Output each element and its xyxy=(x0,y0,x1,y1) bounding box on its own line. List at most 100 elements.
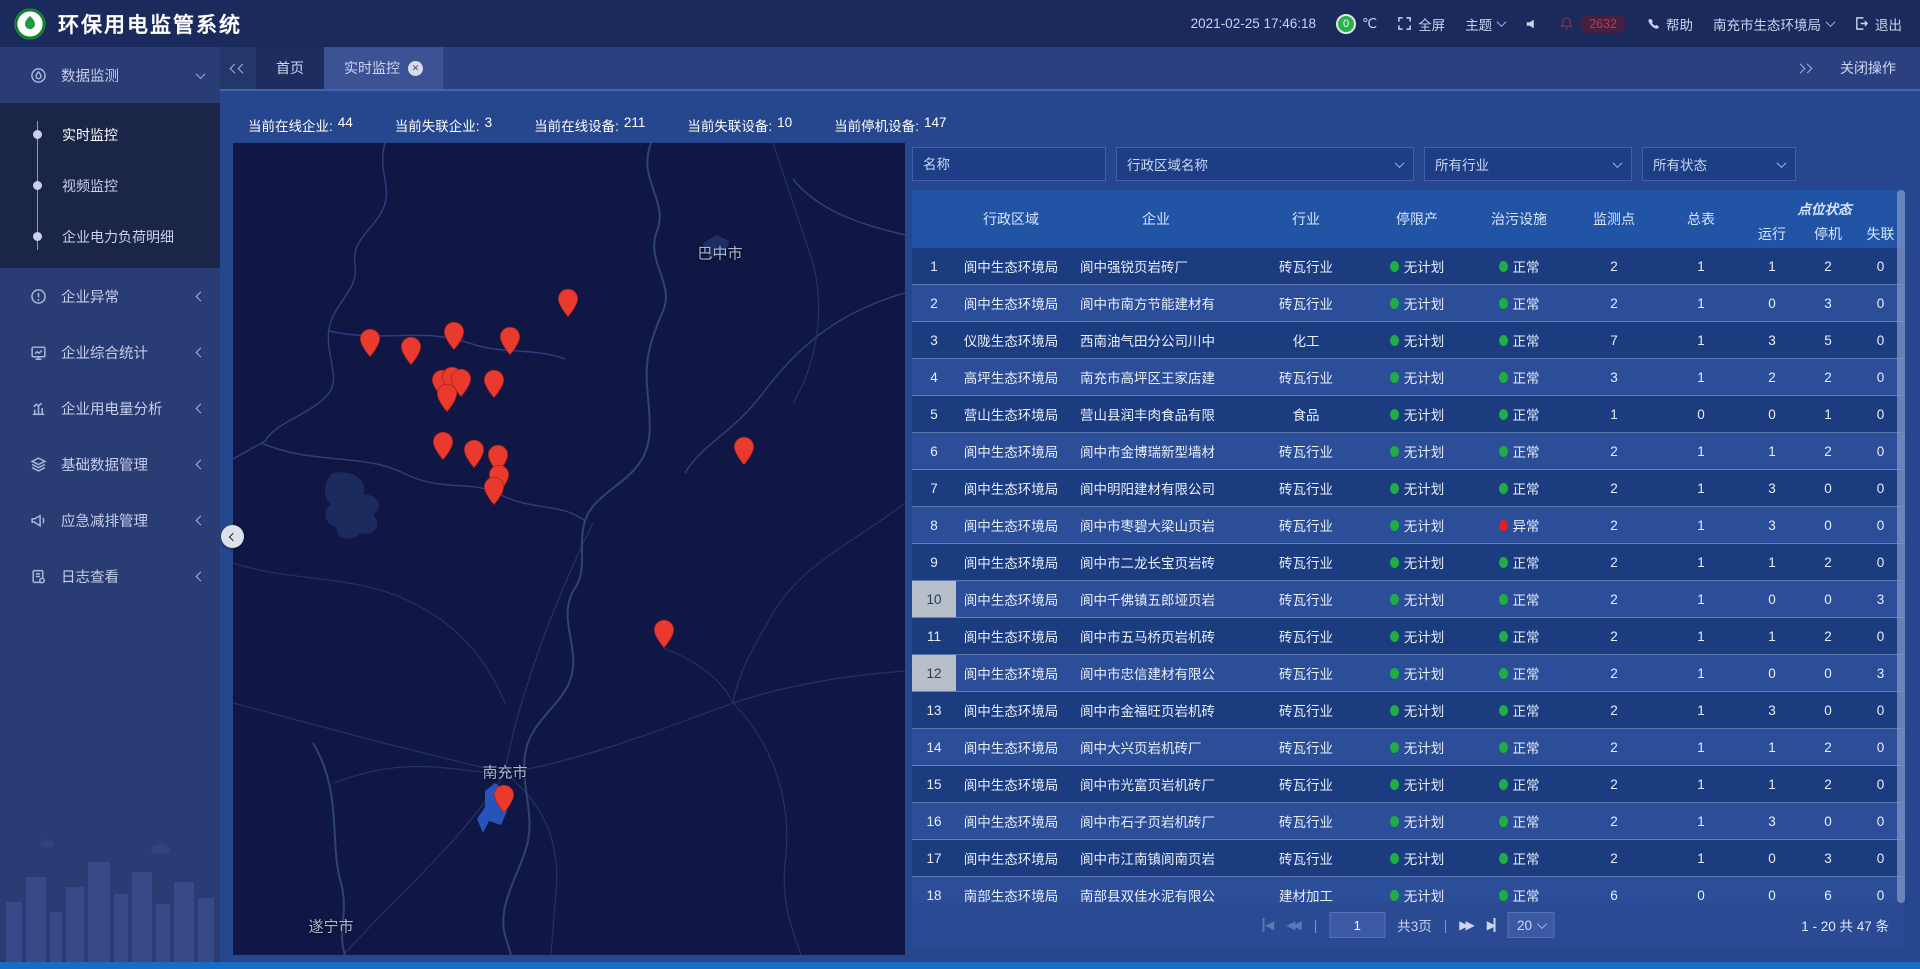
map-pin[interactable] xyxy=(733,436,755,466)
table-row[interactable]: 4高坪生态环境局南充市高坪区王家店建砖瓦行业无计划正常31220 xyxy=(912,359,1905,396)
table-row[interactable]: 15阆中生态环境局阆中市光富页岩机砖厂砖瓦行业无计划正常21120 xyxy=(912,766,1905,803)
sidebar-item-power-usage-analysis[interactable]: 企业用电量分析 xyxy=(0,380,220,436)
tabs-scroll-right-button[interactable] xyxy=(1797,65,1814,72)
cell-facility: 正常 xyxy=(1468,729,1570,765)
cell-industry: 砖瓦行业 xyxy=(1246,729,1366,765)
cell-meters: 1 xyxy=(1658,433,1744,469)
theme-dropdown[interactable]: 主题 xyxy=(1465,14,1505,34)
table-row[interactable]: 16阆中生态环境局阆中市石子页岩机砖厂砖瓦行业无计划正常21300 xyxy=(912,803,1905,840)
notifications-button[interactable]: 2632 xyxy=(1559,15,1626,33)
cell-limit: 无计划 xyxy=(1366,507,1468,543)
table-row[interactable]: 6阆中生态环境局阆中市金博瑞新型墙材砖瓦行业无计划正常21120 xyxy=(912,433,1905,470)
map-pin[interactable] xyxy=(400,336,422,366)
status-dot-green xyxy=(1499,594,1508,605)
map-pin[interactable] xyxy=(436,383,458,413)
status-dot-green xyxy=(1499,853,1508,864)
map-pin[interactable] xyxy=(499,326,521,356)
cell-row-number: 3 xyxy=(912,322,956,358)
logout-button[interactable]: 退出 xyxy=(1854,14,1902,34)
close-operations-button[interactable]: 关闭操作 xyxy=(1840,58,1896,78)
cell-running: 3 xyxy=(1744,507,1800,543)
table-scrollbar[interactable] xyxy=(1897,190,1905,903)
table-row[interactable]: 10阆中生态环境局阆中千佛镇五郎垭页岩砖瓦行业无计划正常21003 xyxy=(912,581,1905,618)
volume-button[interactable] xyxy=(1525,17,1539,31)
log-file-icon xyxy=(30,568,47,585)
industry-filter-select[interactable]: 所有行业 xyxy=(1424,147,1632,181)
help-button[interactable]: 帮助 xyxy=(1646,14,1693,34)
cell-company: 阆中明阳建材有限公司 xyxy=(1066,470,1246,506)
cell-running: 1 xyxy=(1744,544,1800,580)
cell-row-number: 12 xyxy=(912,655,956,691)
table-row[interactable]: 3仪陇生态环境局西南油气田分公司川中化工无计划正常71350 xyxy=(912,322,1905,359)
map-collapse-toggle[interactable] xyxy=(221,525,244,548)
cell-running: 3 xyxy=(1744,470,1800,506)
table-row[interactable]: 14阆中生态环境局阆中大兴页岩机砖厂砖瓦行业无计划正常21120 xyxy=(912,729,1905,766)
page-number-input[interactable] xyxy=(1329,912,1385,938)
pin-icon xyxy=(493,784,515,814)
sidebar-item-enterprise-abnormal[interactable]: 企业异常 xyxy=(0,268,220,324)
sidebar-item-data-monitor[interactable]: 数据监测 xyxy=(0,47,220,103)
table-row[interactable]: 13阆中生态环境局阆中市金福旺页岩机砖砖瓦行业无计划正常21300 xyxy=(912,692,1905,729)
map-pin[interactable] xyxy=(483,369,505,399)
cell-facility: 异常 xyxy=(1468,507,1570,543)
tabs-scroll-left-button[interactable] xyxy=(220,47,256,89)
cell-region: 高坪生态环境局 xyxy=(956,359,1066,395)
map-pin[interactable] xyxy=(557,288,579,318)
status-dot-green xyxy=(1390,779,1399,790)
table-row[interactable]: 12阆中生态环境局阆中市忠信建材有限公砖瓦行业无计划正常21003 xyxy=(912,655,1905,692)
chevron-down-icon xyxy=(1613,158,1623,168)
table-row[interactable]: 17阆中生态环境局阆中市江南镇阆南页岩砖瓦行业无计划正常21030 xyxy=(912,840,1905,877)
close-tab-icon[interactable]: ✕ xyxy=(408,61,423,76)
first-page-button[interactable]: ◀ xyxy=(1262,918,1274,932)
cell-meters: 1 xyxy=(1658,248,1744,284)
map-city-label: 巴中市 xyxy=(697,243,742,264)
fullscreen-button[interactable]: 全屏 xyxy=(1397,14,1445,34)
table-row[interactable]: 5营山生态环境局营山县润丰肉食品有限食品无计划正常10010 xyxy=(912,396,1905,433)
table-row[interactable]: 18南部生态环境局南部县双佳水泥有限公建材加工无计划正常60060 xyxy=(912,877,1905,903)
tab-realtime-monitor[interactable]: 实时监控 ✕ xyxy=(324,47,443,89)
map-canvas[interactable]: 巴中市南充市遂宁市 xyxy=(233,143,905,955)
cell-region: 阆中生态环境局 xyxy=(956,433,1066,469)
map-pin[interactable] xyxy=(443,321,465,351)
sidebar-item-power-load-detail[interactable]: 企业电力负荷明细 xyxy=(0,211,220,262)
map-pin[interactable] xyxy=(463,439,485,469)
sidebar-item-base-data[interactable]: 基础数据管理 xyxy=(0,436,220,492)
tab-home[interactable]: 首页 xyxy=(256,47,324,89)
datetime: 2021-02-25 17:46:18 xyxy=(1191,16,1316,31)
sidebar-item-log-view[interactable]: 日志查看 xyxy=(0,548,220,604)
cell-limit: 无计划 xyxy=(1366,655,1468,691)
region-filter-select[interactable]: 行政区域名称 xyxy=(1116,147,1414,181)
next-page-button[interactable]: ▶▶ xyxy=(1459,918,1474,932)
cell-meters: 0 xyxy=(1658,396,1744,432)
cell-region: 阆中生态环境局 xyxy=(956,692,1066,728)
cell-region: 南部生态环境局 xyxy=(956,877,1066,903)
prev-page-button[interactable]: ◀◀ xyxy=(1286,918,1301,932)
org-dropdown[interactable]: 南充市生态环境局 xyxy=(1713,14,1834,34)
cell-stopped: 2 xyxy=(1800,729,1856,765)
map-pin[interactable] xyxy=(493,784,515,814)
table-row[interactable]: 9阆中生态环境局阆中市二龙长宝页岩砖砖瓦行业无计划正常21120 xyxy=(912,544,1905,581)
last-page-button[interactable]: ▶ xyxy=(1487,918,1496,932)
cell-company: 阆中市光富页岩机砖厂 xyxy=(1066,766,1246,802)
bar-chart-icon xyxy=(30,400,47,417)
map-pin[interactable] xyxy=(432,431,454,461)
status-filter-select[interactable]: 所有状态 xyxy=(1642,147,1796,181)
skyline-decoration xyxy=(0,832,220,962)
page-size-select[interactable]: 20 xyxy=(1508,912,1555,938)
sidebar-item-enterprise-statistics[interactable]: 企业综合统计 xyxy=(0,324,220,380)
sidebar-item-emergency-reduction[interactable]: 应急减排管理 xyxy=(0,492,220,548)
map-pin[interactable] xyxy=(359,328,381,358)
map-pin[interactable] xyxy=(653,619,675,649)
cell-points: 2 xyxy=(1570,766,1658,802)
table-row[interactable]: 2阆中生态环境局阆中市南方节能建材有砖瓦行业无计划正常21030 xyxy=(912,285,1905,322)
sidebar-item-realtime-monitor[interactable]: 实时监控 xyxy=(0,109,220,160)
table-row[interactable]: 1阆中生态环境局阆中强锐页岩砖厂砖瓦行业无计划正常21120 xyxy=(912,248,1905,285)
name-filter-input[interactable] xyxy=(912,147,1106,181)
table-row[interactable]: 11阆中生态环境局阆中市五马桥页岩机砖砖瓦行业无计划正常21120 xyxy=(912,618,1905,655)
table-row[interactable]: 8阆中生态环境局阆中市枣碧大梁山页岩砖瓦行业无计划异常21300 xyxy=(912,507,1905,544)
map-pin[interactable] xyxy=(483,476,505,506)
cell-company: 阆中千佛镇五郎垭页岩 xyxy=(1066,581,1246,617)
sidebar-item-video-monitor[interactable]: 视频监控 xyxy=(0,160,220,211)
cell-row-number: 4 xyxy=(912,359,956,395)
table-row[interactable]: 7阆中生态环境局阆中明阳建材有限公司砖瓦行业无计划正常21300 xyxy=(912,470,1905,507)
